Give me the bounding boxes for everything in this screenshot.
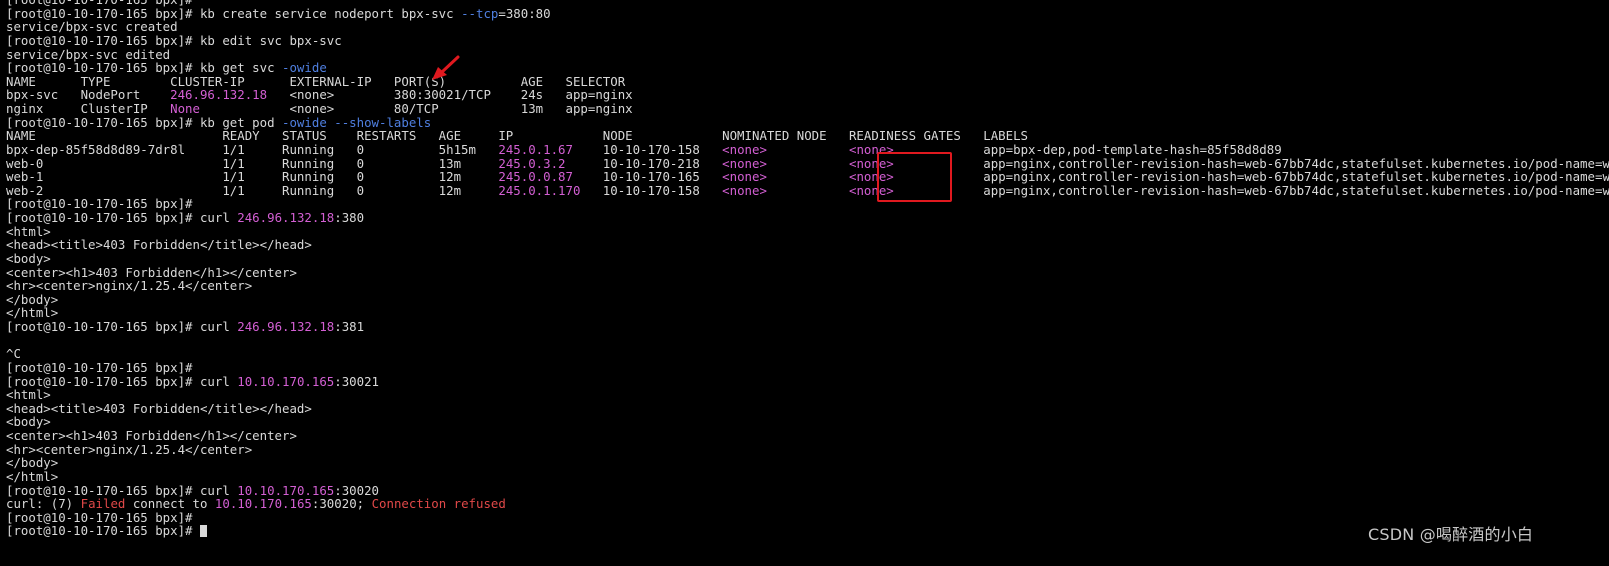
terminal-text: [root@10-10-170-165 bpx]# curl xyxy=(6,319,238,334)
terminal-line: [root@10-10-170-165 bpx]# curl 10.10.170… xyxy=(6,483,1609,498)
terminal-text: [root@10-10-170-165 bpx]# xyxy=(6,523,200,539)
terminal-line: NAME READY STATUS RESTARTS AGE IP NODE N… xyxy=(6,129,1609,143)
red-arrow-icon xyxy=(432,55,460,80)
terminal-line: NAME TYPE CLUSTER-IP EXTERNAL-IP PORT(S)… xyxy=(6,74,1609,89)
terminal-line: ^C xyxy=(6,347,1609,361)
terminal-line: </body> xyxy=(6,292,1609,307)
labels-highlight-box xyxy=(877,152,952,202)
terminal-line: nginx ClusterIP None <none> 80/TCP 13m a… xyxy=(6,102,1609,116)
terminal-line: <head><title>403 Forbidden</title></head… xyxy=(6,400,1609,416)
terminal-line: <hr><center>nginx/1.25.4</center> xyxy=(6,279,1609,293)
terminal-line: <head><title>403 Forbidden</title></head… xyxy=(6,238,1609,252)
terminal-line: <html> xyxy=(6,224,1609,239)
terminal-line: <body> xyxy=(6,415,1609,429)
terminal-text: :30021 xyxy=(334,373,380,389)
terminal-text: <head><title>403 Forbidden</title></head… xyxy=(6,400,312,416)
terminal-text: 10.10.170.165 xyxy=(214,496,312,512)
terminal-line: [root@10-10-170-165 bpx]# kb create serv… xyxy=(6,5,1609,21)
terminal-line: </body> xyxy=(6,456,1609,470)
terminal-cursor[interactable] xyxy=(199,525,207,538)
terminal-text: 10.10.170.165 xyxy=(237,373,335,389)
terminal-text: app=nginx,controller-revision-hash=web-6… xyxy=(893,182,1609,198)
terminal-text: <none> xyxy=(722,182,767,198)
terminal-line: [root@10-10-170-165 bpx]# kb edit svc bp… xyxy=(6,34,1609,48)
terminal-line: [root@10-10-170-165 bpx]# curl 246.96.13… xyxy=(6,320,1609,334)
terminal-line: bpx-dep-85f58d8d89-7dr8l 1/1 Running 0 5… xyxy=(6,143,1609,157)
terminal-line: service/bpx-svc created xyxy=(6,20,1609,34)
terminal-line: <hr><center>nginx/1.25.4</center> xyxy=(6,442,1609,457)
terminal-line: web-1 1/1 Running 0 12m 245.0.0.87 10-10… xyxy=(6,170,1609,184)
terminal-line: [root@10-10-170-165 bpx]# xyxy=(6,197,1609,211)
terminal-line: [root@10-10-170-165 bpx]# curl 10.10.170… xyxy=(6,373,1609,389)
terminal-text: 246.96.132.18 xyxy=(237,210,335,225)
terminal-line: bpx-svc NodePort 246.96.132.18 <none> 38… xyxy=(6,88,1609,102)
terminal-line: web-2 1/1 Running 0 12m 245.0.1.170 10-1… xyxy=(6,182,1609,198)
terminal-text: :381 xyxy=(334,319,365,334)
terminal-line: curl: (7) Failed connect to 10.10.170.16… xyxy=(6,497,1609,511)
terminal-line: <center><h1>403 Forbidden</h1></center> xyxy=(6,429,1609,443)
terminal-window[interactable]: [root@10-10-170-165 bpx]#[root@10-10-170… xyxy=(0,0,1609,566)
terminal-text: :380 xyxy=(334,210,365,225)
terminal-line: [root@10-10-170-165 bpx]# kb get pod -ow… xyxy=(6,115,1609,130)
terminal-text: <head><title>403 Forbidden</title></head… xyxy=(6,237,312,253)
terminal-text: 245.0.1.170 xyxy=(498,182,581,198)
terminal-line: [root@10-10-170-165 bpx]# curl 246.96.13… xyxy=(6,211,1609,225)
terminal-line: <body> xyxy=(6,252,1609,266)
watermark: CSDN @喝醉酒的小白 xyxy=(1368,525,1534,544)
terminal-line: </html> xyxy=(6,470,1609,484)
terminal-output: [root@10-10-170-165 bpx]#[root@10-10-170… xyxy=(6,0,1609,538)
terminal-line: web-0 1/1 Running 0 13m 245.0.3.2 10-10-… xyxy=(6,156,1609,171)
terminal-text: Connection refused xyxy=(371,496,506,512)
terminal-line: service/bpx-svc edited xyxy=(6,47,1609,62)
terminal-line: [root@10-10-170-165 bpx]# xyxy=(6,361,1609,375)
terminal-line: <center><h1>403 Forbidden</h1></center> xyxy=(6,265,1609,280)
terminal-text: 10-10-170-158 xyxy=(580,182,723,198)
terminal-text: :30020; xyxy=(311,496,372,512)
terminal-text: =380:80 xyxy=(498,5,551,21)
terminal-line: <html> xyxy=(6,388,1609,402)
terminal-text: 246.96.132.18 xyxy=(237,319,335,334)
terminal-line: </html> xyxy=(6,306,1609,320)
terminal-line: [root@10-10-170-165 bpx]# kb get svc -ow… xyxy=(6,61,1609,75)
terminal-text: --tcp xyxy=(461,5,499,21)
